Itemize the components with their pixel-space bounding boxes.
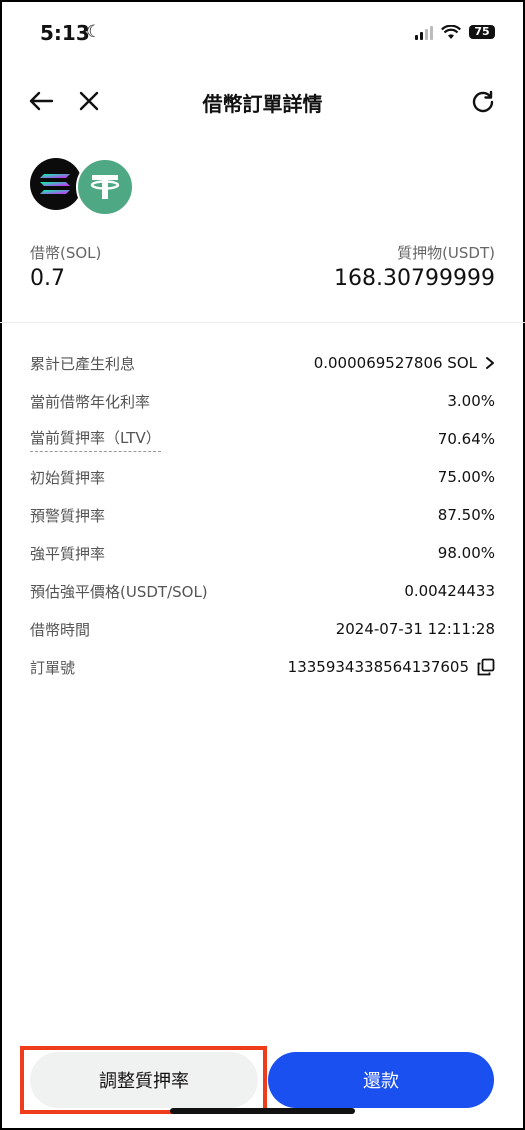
detail-row-annual-rate: 當前借幣年化利率 3.00% (30, 382, 495, 420)
detail-key: 當前借幣年化利率 (30, 392, 151, 411)
detail-key: 累計已產生利息 (30, 354, 136, 373)
detail-key: 初始質押率 (30, 468, 106, 487)
detail-row-initial-ltv: 初始質押率 75.00% (30, 458, 495, 496)
wifi-icon (441, 24, 461, 39)
status-indicators: 75 (415, 24, 495, 40)
cell-signal-icon (415, 24, 433, 40)
detail-value: 1335934338564137605 (287, 658, 469, 676)
detail-row-liquidation-ltv: 強平質押率 98.00% (30, 534, 495, 572)
highlight-box (20, 1046, 267, 1114)
chevron-right-icon (486, 357, 494, 369)
detail-value: 2024-07-31 12:11:28 (335, 620, 495, 638)
moon-icon: ☾ (86, 22, 102, 42)
detail-key: 預警質押率 (30, 506, 106, 525)
battery-icon: 75 (469, 25, 495, 39)
refresh-icon[interactable] (471, 90, 495, 114)
detail-row-borrow-time: 借幣時間 2024-07-31 12:11:28 (30, 610, 495, 648)
status-bar: 5:13 ☾ 75 (40, 18, 495, 52)
detail-key: 借幣時間 (30, 620, 91, 639)
coin-pair (30, 158, 140, 216)
usdt-coin-icon (76, 158, 134, 216)
copy-icon[interactable] (477, 658, 495, 676)
ltv-tooltip-trigger[interactable]: 當前質押率（LTV） (30, 427, 161, 452)
detail-key: 訂單號 (30, 658, 76, 677)
order-details: 累計已產生利息 0.000069527806 SOL 當前借幣年化利率 3.00… (30, 344, 495, 686)
detail-row-current-ltv: 當前質押率（LTV） 70.64% (30, 420, 495, 458)
detail-value: 70.64% (437, 430, 495, 448)
collateral-amount: 168.30799999 (334, 266, 495, 291)
detail-row-warning-ltv: 預警質押率 87.50% (30, 496, 495, 534)
detail-value: 87.50% (437, 506, 495, 524)
detail-value: 75.00% (437, 468, 495, 486)
section-divider (0, 322, 525, 323)
collateral-label: 質押物(USDT) (397, 244, 495, 262)
detail-row-order-id: 訂單號 1335934338564137605 (30, 648, 495, 686)
detail-row-liquidation-price: 預估強平價格(USDT/SOL) 0.00424433 (30, 572, 495, 610)
detail-row-accrued-interest[interactable]: 累計已產生利息 0.000069527806 SOL (30, 344, 495, 382)
detail-value: 0.00424433 (404, 582, 495, 600)
detail-value: 3.00% (447, 392, 495, 410)
repay-button[interactable]: 還款 (268, 1052, 494, 1108)
borrow-amount: 0.7 (30, 266, 65, 291)
status-time: 5:13 (40, 21, 90, 45)
detail-value: 98.00% (437, 544, 495, 562)
home-indicator[interactable] (170, 1108, 355, 1114)
detail-key: 強平質押率 (30, 544, 106, 563)
detail-key: 預估強平價格(USDT/SOL) (30, 582, 208, 601)
borrow-label: 借幣(SOL) (30, 244, 102, 262)
sol-coin-icon (30, 158, 82, 210)
detail-value: 0.000069527806 SOL (313, 354, 477, 372)
nav-bar: 借幣訂單詳情 (0, 84, 525, 120)
page-title: 借幣訂單詳情 (202, 92, 323, 116)
